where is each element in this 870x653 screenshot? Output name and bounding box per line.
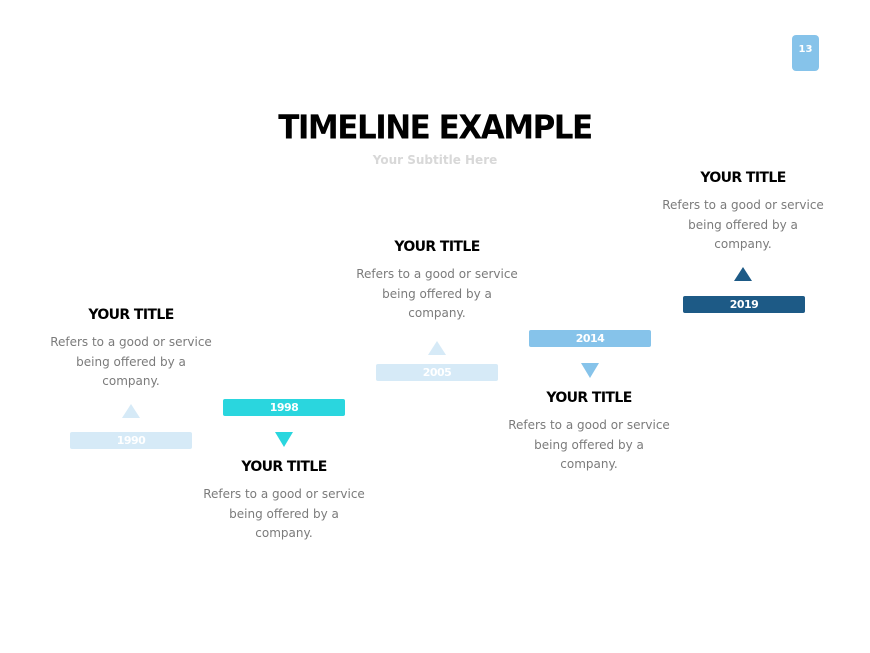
page-number-badge: 13 [792,35,819,71]
page-subtitle: Your Subtitle Here [372,153,498,167]
milestone-description: Refers to a good or service being offere… [356,267,518,320]
arrow-up-icon [122,404,140,418]
milestone-description: Refers to a good or service being offere… [662,198,824,251]
year-bar-1990: 1990 [70,432,192,449]
arrow-up-icon [428,341,446,355]
year-bar-2005: 2005 [376,364,498,381]
year-bar-2014: 2014 [529,330,651,347]
milestone-title: YOUR TITLE [700,170,786,186]
milestone-title: YOUR TITLE [88,307,174,323]
milestone-description: Refers to a good or service being offere… [50,335,212,388]
year-bar-2019: 2019 [683,296,805,313]
milestone-title: YOUR TITLE [394,239,480,255]
year-bar-1998: 1998 [223,399,345,416]
milestone-title: YOUR TITLE [546,390,632,406]
milestone-description: Refers to a good or service being offere… [203,487,365,540]
milestone-description: Refers to a good or service being offere… [508,418,670,471]
arrow-down-icon [581,363,599,378]
milestone-title: YOUR TITLE [241,459,327,475]
arrow-up-icon [734,267,752,281]
arrow-down-icon [275,432,293,447]
page-title: TIMELINE EXAMPLE [278,109,593,147]
